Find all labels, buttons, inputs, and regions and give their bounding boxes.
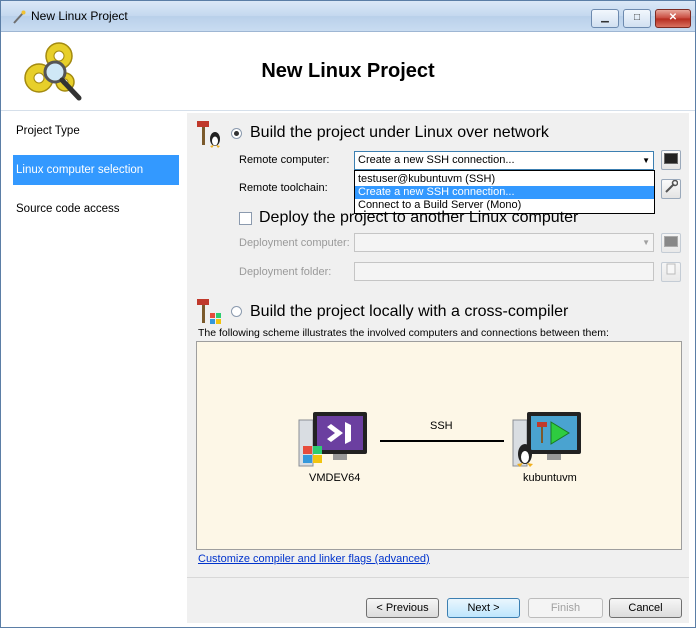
terminal-icon [664, 152, 678, 164]
finish-button[interactable]: Finish [528, 598, 603, 618]
deployment-computer-label: Deployment computer: [239, 237, 350, 249]
deployment-folder-label: Deployment folder: [239, 266, 332, 278]
wrench-icon [664, 179, 679, 197]
remote-computer-dropdown-list: testuser@kubuntuvm (SSH) Create a new SS… [354, 170, 655, 214]
terminal-button[interactable] [661, 150, 681, 170]
customize-flags-link[interactable]: Customize compiler and linker flags (adv… [198, 553, 430, 565]
deploy-checkbox-label: Deploy the project to another Linux comp… [259, 209, 579, 226]
network-build-radio[interactable] [231, 128, 242, 139]
remote-computer-select[interactable]: Create a new SSH connection... ▼ [354, 151, 654, 170]
wizard-header: New Linux Project [1, 32, 695, 111]
remote-toolchain-label: Remote toolchain: [239, 182, 328, 194]
deploy-checkbox[interactable] [239, 212, 252, 225]
remote-computer-label: Remote computer: [239, 154, 330, 166]
dialog-window: New Linux Project ▁ □ ✕ New Linux Projec… [0, 0, 696, 628]
remote-computer-value: Create a new SSH connection... [358, 154, 515, 166]
terminal-icon [664, 235, 678, 247]
wand-icon [11, 9, 27, 25]
title-bar[interactable]: New Linux Project ▁ □ ✕ [1, 1, 695, 32]
deployment-computer-select[interactable]: ▼ [354, 233, 654, 252]
windows-computer-icon [297, 410, 367, 471]
deployment-folder-input[interactable] [354, 262, 654, 281]
toolchain-settings-button[interactable] [661, 179, 681, 199]
close-button[interactable]: ✕ [655, 9, 691, 28]
deployment-folder-browse-button[interactable] [661, 262, 681, 282]
linux-network-icon [194, 119, 224, 152]
local-build-radio[interactable] [231, 306, 242, 317]
option-testuser-kubuntuvm[interactable]: testuser@kubuntuvm (SSH) [355, 173, 654, 186]
scheme-description: The following scheme illustrates the inv… [198, 327, 609, 339]
chevron-down-icon: ▼ [642, 156, 650, 165]
right-machine-label: kubuntuvm [523, 472, 577, 484]
maximize-button[interactable]: □ [623, 9, 651, 28]
next-button[interactable]: Next > [447, 598, 520, 618]
wizard-steps: Project Type Linux computer selection So… [7, 113, 183, 623]
network-build-label: Build the project under Linux over netwo… [250, 124, 549, 141]
step-linux-computer-selection[interactable]: Linux computer selection [13, 155, 179, 185]
left-machine-label: VMDEV64 [309, 472, 361, 484]
local-build-label: Build the project locally with a cross-c… [250, 303, 569, 320]
windows-build-icon [194, 297, 224, 330]
connection-line [380, 440, 504, 442]
cancel-button[interactable]: Cancel [609, 598, 682, 618]
chevron-down-icon: ▼ [642, 238, 650, 247]
option-create-ssh-connection[interactable]: Create a new SSH connection... [355, 186, 654, 199]
connection-label: SSH [430, 420, 453, 432]
document-icon [666, 263, 676, 278]
linux-computer-icon [511, 410, 581, 471]
step-source-code-access[interactable]: Source code access [13, 194, 179, 224]
footer-divider [187, 577, 689, 578]
deployment-terminal-button[interactable] [661, 233, 681, 253]
page-title: New Linux Project [261, 60, 435, 82]
connection-scheme: VMDEV64 SSH kubuntuvm [196, 341, 682, 550]
minimize-button[interactable]: ▁ [591, 9, 619, 28]
step-project-type[interactable]: Project Type [13, 116, 179, 146]
previous-button[interactable]: < Previous [366, 598, 439, 618]
window-title: New Linux Project [31, 9, 128, 23]
